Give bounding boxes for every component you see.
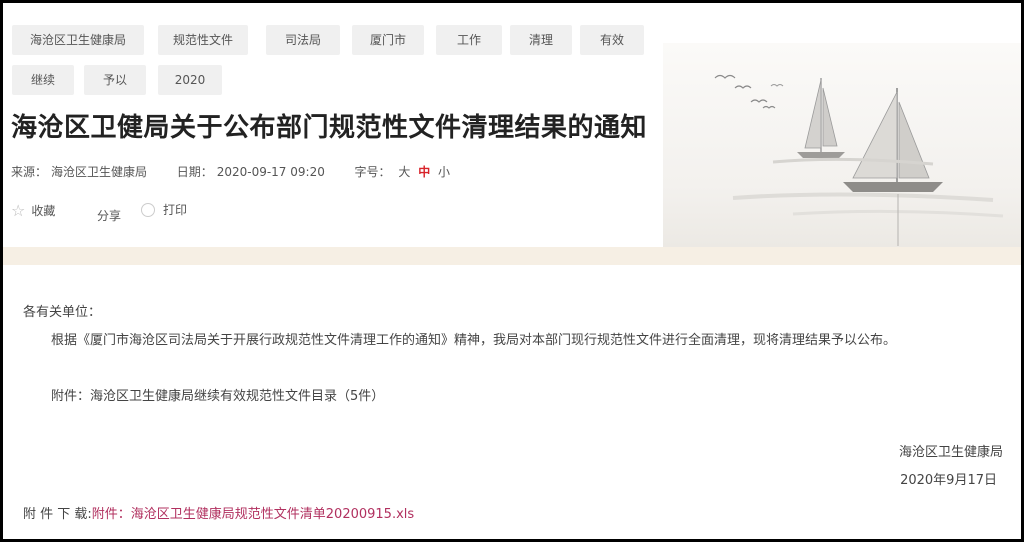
page-frame: 海沧区卫生健康局 规范性文件 司法局 厦门市 工作 清理 有效 继续 予以 20…: [0, 0, 1024, 542]
favorite-label: 收藏: [31, 204, 56, 218]
print-icon: [141, 202, 155, 217]
divider-band: [3, 247, 1021, 265]
favorite-button[interactable]: ☆ 收藏: [11, 201, 55, 220]
attachment-link[interactable]: 附件：海沧区卫生健康局规范性文件清单20200915.xls: [92, 507, 414, 522]
print-button[interactable]: 打印: [141, 201, 187, 218]
signature-date: 2020年9月17日: [900, 473, 997, 488]
body-paragraph: 根据《厦门市海沧区司法局关于开展行政规范性文件清理工作的通知》精神，我局对本部门…: [51, 333, 897, 348]
tag-item[interactable]: 海沧区卫生健康局: [12, 25, 144, 55]
star-icon: ☆: [11, 201, 26, 220]
attachment-note: 附件：海沧区卫生健康局继续有效规范性文件目录（5件）: [51, 389, 385, 404]
signature-org: 海沧区卫生健康局: [898, 445, 1003, 460]
tag-item[interactable]: 厦门市: [352, 25, 424, 55]
sailboat-illustration: [714, 74, 1004, 246]
tag-item[interactable]: 2020: [158, 65, 222, 95]
share-label: 分享: [97, 209, 122, 223]
page-title: 海沧区卫健局关于公布部门规范性文件清理结果的通知: [11, 113, 648, 143]
source-value: 海沧区卫生健康局: [51, 165, 148, 179]
article-body: 各有关单位： 根据《厦门市海沧区司法局关于开展行政规范性文件清理工作的通知》精神…: [3, 265, 1021, 539]
print-label: 打印: [163, 203, 188, 217]
date-label: 日期：: [176, 165, 213, 179]
source-label: 来源：: [11, 165, 48, 179]
font-size-large-button[interactable]: 大: [398, 165, 410, 179]
tag-item[interactable]: 有效: [580, 25, 644, 55]
font-size-medium-button[interactable]: 中: [418, 165, 430, 179]
font-size-small-button[interactable]: 小: [438, 165, 450, 179]
tag-item[interactable]: 予以: [84, 65, 146, 95]
download-label: 附 件 下 载:: [23, 507, 92, 522]
article-meta: 来源： 海沧区卫生健康局 日期： 2020-09-17 09:20 字号： 大 中 …: [11, 163, 454, 180]
tag-item[interactable]: 司法局: [266, 25, 340, 55]
article-header: 海沧区卫生健康局 规范性文件 司法局 厦门市 工作 清理 有效 继续 予以 20…: [3, 3, 1021, 247]
fontsize-label: 字号：: [354, 165, 391, 179]
tag-item[interactable]: 工作: [436, 25, 502, 55]
tag-item[interactable]: 规范性文件: [158, 25, 248, 55]
greeting: 各有关单位：: [23, 305, 102, 320]
attachment-download: 附 件 下 载:附件：海沧区卫生健康局规范性文件清单20200915.xls: [23, 503, 414, 522]
tag-item[interactable]: 继续: [12, 65, 74, 95]
tag-item[interactable]: 清理: [510, 25, 572, 55]
date-value: 2020-09-17 09:20: [216, 165, 325, 179]
share-button[interactable]: 分享: [97, 207, 121, 224]
